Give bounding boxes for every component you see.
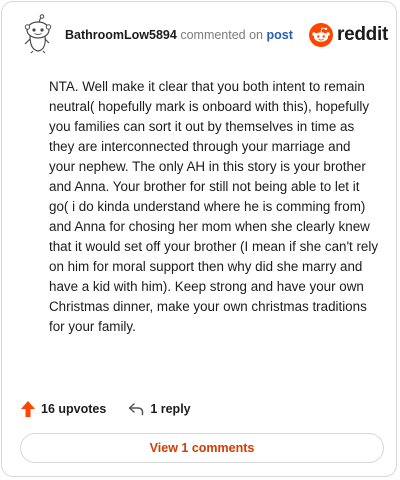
comment-meta: BathroomLow5894 commented on post	[65, 28, 293, 42]
comment-header: BathroomLow5894 commented on post reddit	[16, 14, 388, 56]
comment-card: BathroomLow5894 commented on post reddit…	[1, 1, 397, 477]
upvote-arrow-icon	[21, 401, 35, 417]
upvote-button[interactable]: 16 upvotes	[20, 400, 106, 418]
view-comments-button[interactable]: View 1 comments	[20, 433, 384, 463]
comment-footer: 16 upvotes 1 reply	[20, 399, 191, 419]
reply-button[interactable]: 1 reply	[128, 402, 191, 416]
reddit-logo-icon	[309, 23, 334, 47]
comment-body: NTA. Well make it clear that you both in…	[49, 79, 379, 334]
post-link[interactable]: post	[267, 28, 293, 42]
reply-count: 1 reply	[150, 402, 191, 416]
username[interactable]: BathroomLow5894	[65, 28, 177, 42]
reply-arrow-icon	[129, 403, 144, 416]
brand-wordmark: reddit	[337, 24, 388, 45]
upvote-count: 16 upvotes	[41, 402, 107, 416]
commented-on-text: commented on	[180, 28, 264, 42]
reddit-logo[interactable]: reddit	[309, 22, 388, 48]
snoo-avatar-icon	[24, 14, 52, 54]
avatar[interactable]	[18, 14, 56, 54]
